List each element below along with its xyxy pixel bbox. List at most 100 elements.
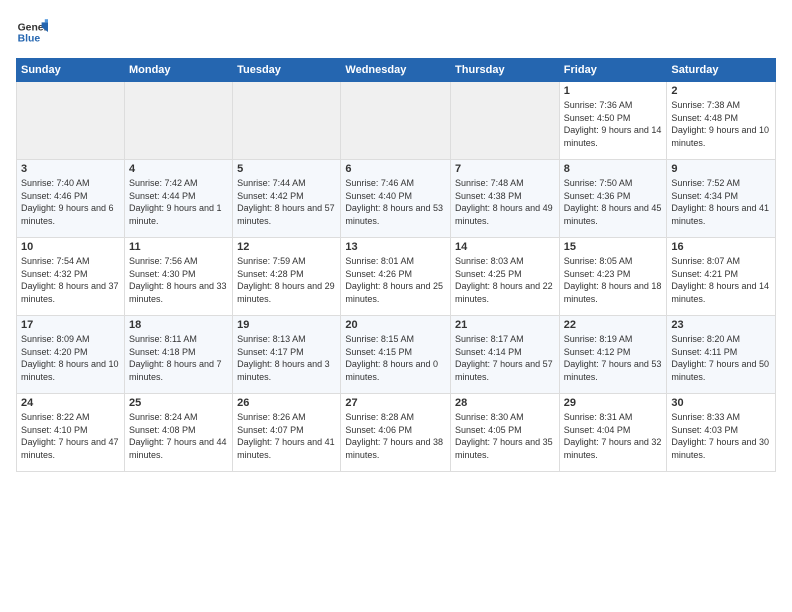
calendar-cell: 22 Sunrise: 8:19 AM Sunset: 4:12 PM Dayli… (559, 316, 667, 394)
day-number: 11 (129, 241, 228, 253)
day-number: 8 (564, 163, 663, 175)
day-info: Sunrise: 7:46 AM Sunset: 4:40 PM Dayligh… (345, 177, 446, 227)
day-info: Sunrise: 8:30 AM Sunset: 4:05 PM Dayligh… (455, 411, 555, 461)
day-number: 14 (455, 241, 555, 253)
day-info: Sunrise: 7:38 AM Sunset: 4:48 PM Dayligh… (671, 99, 771, 149)
day-number: 9 (671, 163, 771, 175)
calendar-cell: 29Sunrise: 8:31 AM Sunset: 4:04 PM Dayli… (559, 394, 667, 472)
calendar-row: 1Sunrise: 7:36 AM Sunset: 4:50 PM Daylig… (17, 82, 776, 160)
calendar-cell: 21 Sunrise: 8:17 AM Sunset: 4:14 PM Dayli… (451, 316, 560, 394)
calendar-cell: 16 Sunrise: 8:07 AM Sunset: 4:21 PM Dayli… (667, 238, 776, 316)
calendar-cell (341, 82, 451, 160)
day-info: Sunrise: 8:31 AM Sunset: 4:04 PM Dayligh… (564, 411, 663, 461)
day-info: Sunrise: 8:11 AM Sunset: 4:18 PM Dayligh… (129, 333, 228, 383)
day-info: Sunrise: 8:09 AM Sunset: 4:20 PM Dayligh… (21, 333, 120, 383)
day-info: Sunrise: 7:48 AM Sunset: 4:38 PM Dayligh… (455, 177, 555, 227)
day-number: 10 (21, 241, 120, 253)
day-number: 5 (237, 163, 336, 175)
day-number: 30 (671, 397, 771, 409)
logo-icon: General Blue (16, 16, 48, 48)
calendar-cell: 17 Sunrise: 8:09 AM Sunset: 4:20 PM Dayli… (17, 316, 125, 394)
calendar-cell: 8 Sunrise: 7:50 AM Sunset: 4:36 PM Daylig… (559, 160, 667, 238)
calendar-cell: 24 Sunrise: 8:22 AM Sunset: 4:10 PM Dayli… (17, 394, 125, 472)
calendar-cell: 6 Sunrise: 7:46 AM Sunset: 4:40 PM Daylig… (341, 160, 451, 238)
day-number: 21 (455, 319, 555, 331)
calendar-cell: 26Sunrise: 8:26 AM Sunset: 4:07 PM Dayli… (233, 394, 341, 472)
day-number: 1 (564, 85, 663, 97)
day-info: Sunrise: 8:15 AM Sunset: 4:15 PM Dayligh… (345, 333, 446, 383)
day-info: Sunrise: 8:19 AM Sunset: 4:12 PM Dayligh… (564, 333, 663, 383)
day-info: Sunrise: 7:40 AM Sunset: 4:46 PM Dayligh… (21, 177, 120, 227)
day-number: 2 (671, 85, 771, 97)
logo: General Blue (16, 16, 24, 48)
day-info: Sunrise: 7:54 AM Sunset: 4:32 PM Dayligh… (21, 255, 120, 305)
day-number: 27 (345, 397, 446, 409)
day-number: 19 (237, 319, 336, 331)
day-info: Sunrise: 8:01 AM Sunset: 4:26 PM Dayligh… (345, 255, 446, 305)
calendar-cell: 23 Sunrise: 8:20 AM Sunset: 4:11 PM Dayli… (667, 316, 776, 394)
day-info: Sunrise: 7:44 AM Sunset: 4:42 PM Dayligh… (237, 177, 336, 227)
day-info: Sunrise: 8:26 AM Sunset: 4:07 PM Dayligh… (237, 411, 336, 461)
day-info: Sunrise: 7:59 AM Sunset: 4:28 PM Dayligh… (237, 255, 336, 305)
calendar-row: 10 Sunrise: 7:54 AM Sunset: 4:32 PM Dayli… (17, 238, 776, 316)
day-info: Sunrise: 7:42 AM Sunset: 4:44 PM Dayligh… (129, 177, 228, 227)
day-info: Sunrise: 8:20 AM Sunset: 4:11 PM Dayligh… (671, 333, 771, 383)
day-info: Sunrise: 8:24 AM Sunset: 4:08 PM Dayligh… (129, 411, 228, 461)
calendar-cell: 11Sunrise: 7:56 AM Sunset: 4:30 PM Dayli… (124, 238, 232, 316)
calendar-cell: 27 Sunrise: 8:28 AM Sunset: 4:06 PM Dayli… (341, 394, 451, 472)
calendar-cell: 12 Sunrise: 7:59 AM Sunset: 4:28 PM Dayli… (233, 238, 341, 316)
page-header: General Blue (16, 16, 776, 48)
calendar-cell: 19 Sunrise: 8:13 AM Sunset: 4:17 PM Dayli… (233, 316, 341, 394)
calendar-cell: 14Sunrise: 8:03 AM Sunset: 4:25 PM Dayli… (451, 238, 560, 316)
day-number: 6 (345, 163, 446, 175)
calendar-row: 3 Sunrise: 7:40 AM Sunset: 4:46 PM Daylig… (17, 160, 776, 238)
day-of-week-header: Friday (559, 59, 667, 82)
calendar-cell: 5 Sunrise: 7:44 AM Sunset: 4:42 PM Daylig… (233, 160, 341, 238)
day-info: Sunrise: 8:13 AM Sunset: 4:17 PM Dayligh… (237, 333, 336, 383)
day-number: 18 (129, 319, 228, 331)
calendar-cell: 2 Sunrise: 7:38 AM Sunset: 4:48 PM Daylig… (667, 82, 776, 160)
day-number: 3 (21, 163, 120, 175)
calendar-cell: 10 Sunrise: 7:54 AM Sunset: 4:32 PM Dayli… (17, 238, 125, 316)
calendar-cell: 13 Sunrise: 8:01 AM Sunset: 4:26 PM Dayli… (341, 238, 451, 316)
day-number: 20 (345, 319, 446, 331)
day-of-week-header: Monday (124, 59, 232, 82)
day-number: 7 (455, 163, 555, 175)
day-of-week-header: Thursday (451, 59, 560, 82)
day-of-week-header: Sunday (17, 59, 125, 82)
day-info: Sunrise: 8:33 AM Sunset: 4:03 PM Dayligh… (671, 411, 771, 461)
calendar-table: SundayMondayTuesdayWednesdayThursdayFrid… (16, 58, 776, 472)
calendar-cell: 7 Sunrise: 7:48 AM Sunset: 4:38 PM Daylig… (451, 160, 560, 238)
svg-text:Blue: Blue (18, 34, 41, 45)
calendar-cell: 30 Sunrise: 8:33 AM Sunset: 4:03 PM Dayli… (667, 394, 776, 472)
day-number: 4 (129, 163, 228, 175)
calendar-header-row: SundayMondayTuesdayWednesdayThursdayFrid… (17, 59, 776, 82)
day-number: 22 (564, 319, 663, 331)
day-info: Sunrise: 7:50 AM Sunset: 4:36 PM Dayligh… (564, 177, 663, 227)
calendar-cell (17, 82, 125, 160)
day-of-week-header: Saturday (667, 59, 776, 82)
day-number: 25 (129, 397, 228, 409)
day-number: 23 (671, 319, 771, 331)
day-number: 12 (237, 241, 336, 253)
day-info: Sunrise: 8:22 AM Sunset: 4:10 PM Dayligh… (21, 411, 120, 461)
day-info: Sunrise: 8:17 AM Sunset: 4:14 PM Dayligh… (455, 333, 555, 383)
calendar-row: 17 Sunrise: 8:09 AM Sunset: 4:20 PM Dayli… (17, 316, 776, 394)
calendar-cell: 9Sunrise: 7:52 AM Sunset: 4:34 PM Daylig… (667, 160, 776, 238)
calendar-cell: 28 Sunrise: 8:30 AM Sunset: 4:05 PM Dayli… (451, 394, 560, 472)
day-info: Sunrise: 8:28 AM Sunset: 4:06 PM Dayligh… (345, 411, 446, 461)
day-number: 28 (455, 397, 555, 409)
day-number: 13 (345, 241, 446, 253)
calendar-row: 24 Sunrise: 8:22 AM Sunset: 4:10 PM Dayli… (17, 394, 776, 472)
calendar-cell: 25 Sunrise: 8:24 AM Sunset: 4:08 PM Dayli… (124, 394, 232, 472)
day-number: 16 (671, 241, 771, 253)
calendar-cell: 4 Sunrise: 7:42 AM Sunset: 4:44 PM Daylig… (124, 160, 232, 238)
calendar-cell (233, 82, 341, 160)
day-number: 17 (21, 319, 120, 331)
calendar-cell: 1Sunrise: 7:36 AM Sunset: 4:50 PM Daylig… (559, 82, 667, 160)
day-number: 15 (564, 241, 663, 253)
day-info: Sunrise: 8:05 AM Sunset: 4:23 PM Dayligh… (564, 255, 663, 305)
calendar-cell: 3 Sunrise: 7:40 AM Sunset: 4:46 PM Daylig… (17, 160, 125, 238)
day-number: 24 (21, 397, 120, 409)
day-info: Sunrise: 8:07 AM Sunset: 4:21 PM Dayligh… (671, 255, 771, 305)
